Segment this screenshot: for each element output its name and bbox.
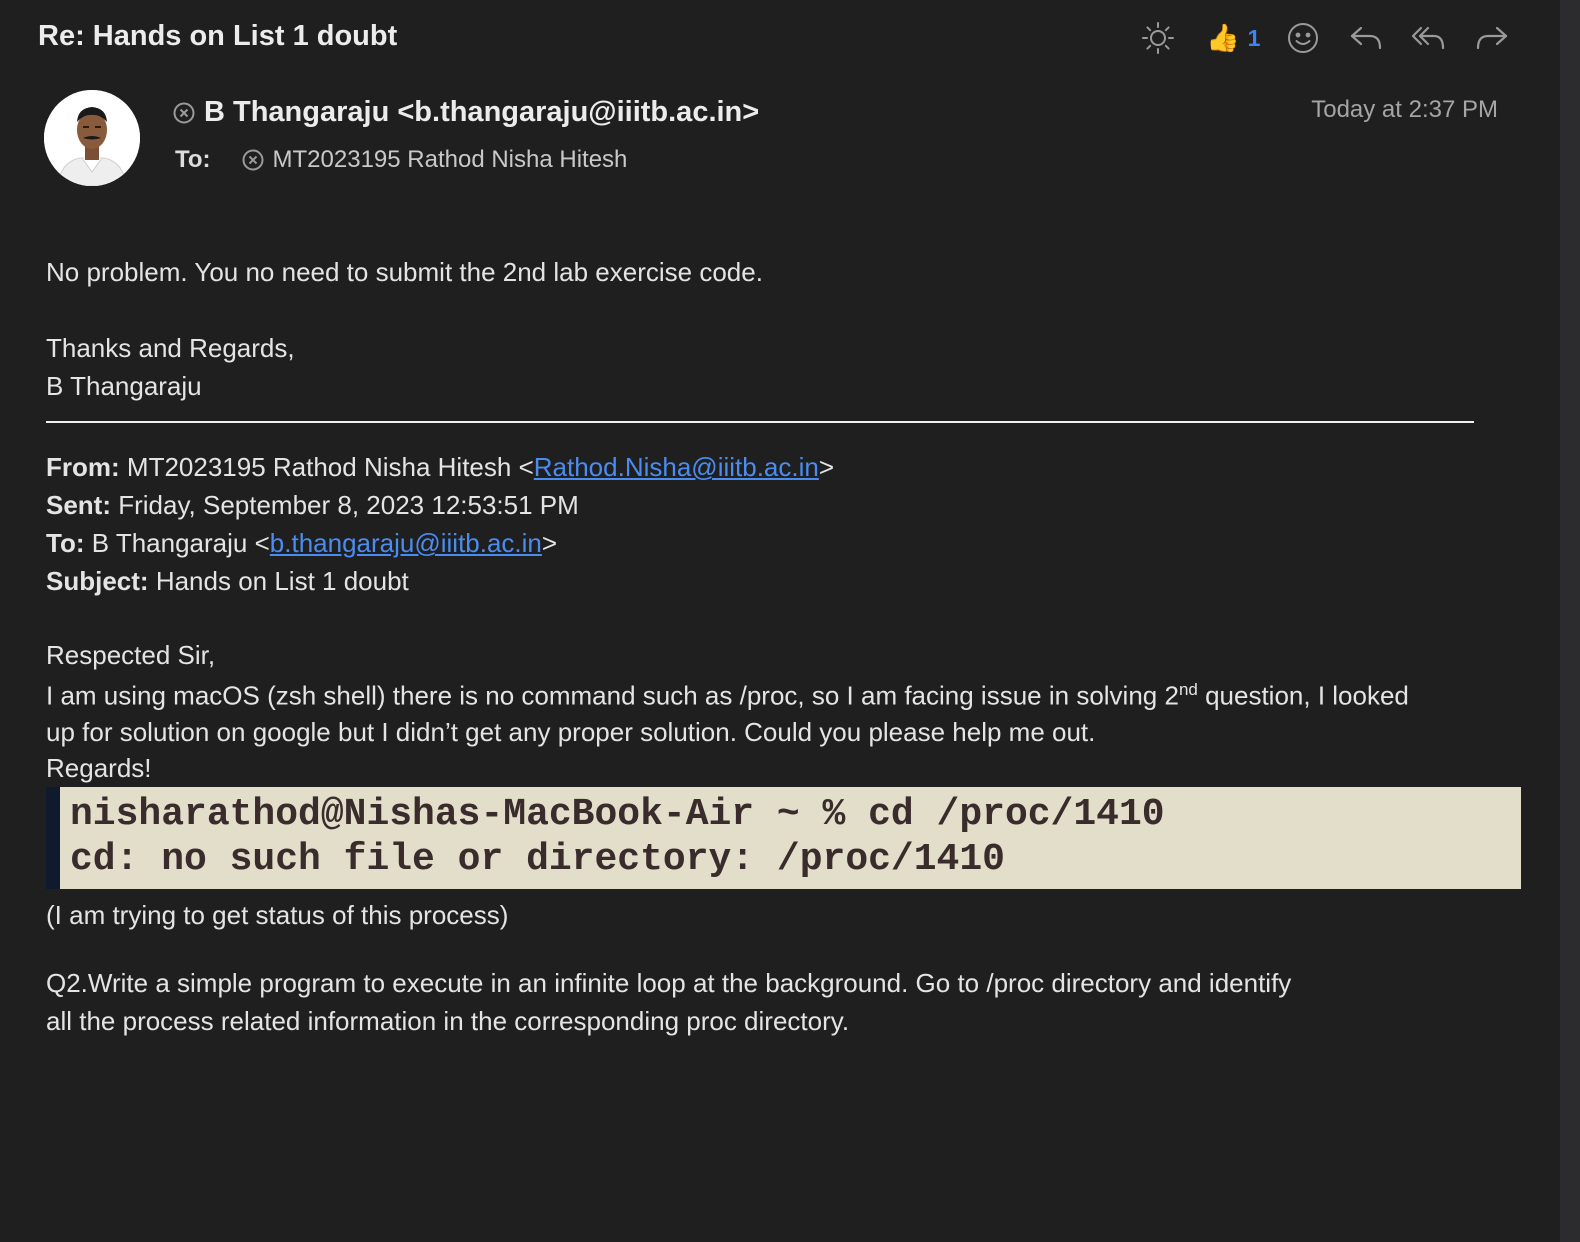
- quoted-to-label: To:: [46, 528, 85, 558]
- recipient-name[interactable]: MT2023195 Rathod Nisha Hitesh: [273, 146, 628, 174]
- quoted-note: (I am trying to get status of this proce…: [46, 900, 509, 930]
- quoted-to: To: B Thangaraju <b.thangaraju@iiitb.ac.…: [46, 528, 557, 559]
- recipient-row: To: MT2023195 Rathod Nisha Hitesh: [175, 146, 627, 174]
- sender-name[interactable]: B Thangaraju <b.thangaraju@iiitb.ac.in>: [204, 96, 759, 129]
- terminal-screenshot: nisharathod@Nishas-MacBook-Air ~ % cd /p…: [46, 787, 1521, 889]
- sender-row: B Thangaraju <b.thangaraju@iiitb.ac.in>: [172, 96, 759, 129]
- email-subject: Re: Hands on List 1 doubt: [38, 20, 398, 52]
- to-email-link[interactable]: b.thangaraju@iiitb.ac.in: [270, 528, 542, 558]
- thumbs-up-icon: 👍: [1206, 22, 1240, 53]
- remove-recipient-icon[interactable]: [241, 148, 265, 172]
- reaction-badge[interactable]: 👍 1: [1206, 22, 1261, 53]
- reply-signature: B Thangaraju: [46, 371, 202, 401]
- reply-icon[interactable]: [1348, 23, 1384, 53]
- sent-label: Sent:: [46, 490, 111, 520]
- reaction-count: 1: [1247, 24, 1261, 51]
- quoted-regards: Regards!: [46, 753, 152, 783]
- quoted-sent: Sent: Friday, September 8, 2023 12:53:51…: [46, 490, 579, 521]
- terminal-line: nisharathod@Nishas-MacBook-Air ~ % cd /p…: [70, 793, 1165, 836]
- window-edge: [1560, 0, 1580, 1242]
- subject-value: Hands on List 1 doubt: [155, 566, 409, 596]
- question-line1: Q2.Write a simple program to execute in …: [46, 968, 1292, 998]
- terminal-line: cd: no such file or directory: /proc/141…: [70, 838, 1005, 881]
- reply-all-icon[interactable]: [1410, 23, 1446, 53]
- para1-end: question, I looked: [1197, 680, 1409, 711]
- terminal-content: nisharathod@Nishas-MacBook-Air ~ % cd /p…: [60, 787, 1521, 889]
- para1-start: I am using macOS (zsh shell) there is no…: [46, 680, 1179, 711]
- from-label: From:: [46, 452, 120, 482]
- to-close: >: [541, 528, 558, 558]
- from-name: MT2023195 Rathod Nisha Hitesh <: [126, 452, 534, 482]
- para1-superscript: nd: [1178, 680, 1198, 699]
- quoted-greeting: Respected Sir,: [46, 640, 216, 670]
- quoted-subject: Subject: Hands on List 1 doubt: [46, 566, 409, 597]
- quoted-to-name: B Thangaraju <: [91, 528, 270, 558]
- sender-avatar: [44, 90, 140, 186]
- quoted-from: From: MT2023195 Rathod Nisha Hitesh <Rat…: [46, 452, 834, 483]
- forward-icon[interactable]: [1474, 23, 1510, 53]
- sent-value: Friday, September 8, 2023 12:53:51 PM: [118, 490, 579, 520]
- reply-closing: Thanks and Regards,: [46, 333, 295, 363]
- from-email-link[interactable]: Rathod.Nisha@iiitb.ac.in: [534, 452, 819, 482]
- question-line2: all the process related information in t…: [46, 1006, 850, 1036]
- remove-sender-icon[interactable]: [172, 101, 196, 125]
- sun-icon[interactable]: [1140, 20, 1176, 56]
- smiley-icon[interactable]: [1286, 21, 1320, 55]
- to-label: To:: [175, 146, 211, 173]
- received-date: Today at 2:37 PM: [1311, 96, 1498, 123]
- subject-label: Subject:: [46, 566, 149, 596]
- quoted-paragraph-line1: I am using macOS (zsh shell) there is no…: [46, 680, 1409, 712]
- quote-divider: [46, 421, 1474, 423]
- quoted-paragraph-line2: up for solution on google but I didn’t g…: [46, 717, 1096, 747]
- from-close: >: [818, 452, 835, 482]
- reply-body-line: No problem. You no need to submit the 2n…: [46, 257, 763, 287]
- message-toolbar: 👍 1: [1140, 16, 1510, 60]
